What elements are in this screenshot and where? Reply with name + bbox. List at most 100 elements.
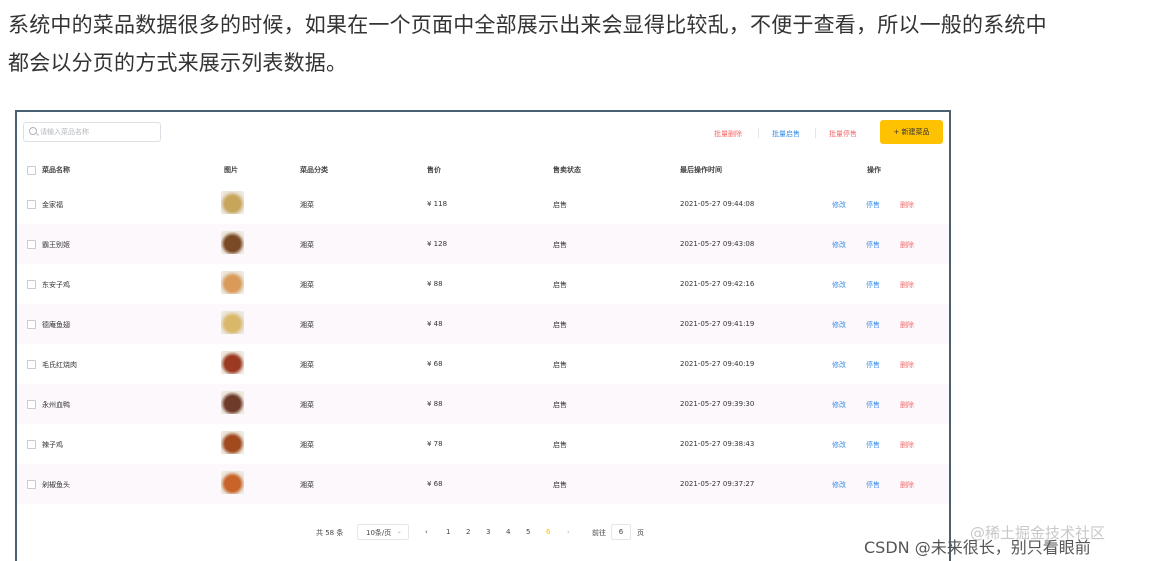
disable-button[interactable]: 停售 xyxy=(866,400,880,410)
disable-button[interactable]: 停售 xyxy=(866,200,880,210)
page-6-current[interactable]: 6 xyxy=(546,528,550,536)
disable-button[interactable]: 停售 xyxy=(866,320,880,330)
page-1[interactable]: 1 xyxy=(446,528,450,536)
edit-button[interactable]: 修改 xyxy=(832,440,846,450)
select-all-checkbox[interactable] xyxy=(27,166,36,175)
dish-name: 东安子鸡 xyxy=(42,281,70,289)
edit-button[interactable]: 修改 xyxy=(832,360,846,370)
page-suffix: 页 xyxy=(637,529,644,537)
intro-line-1: 系统中的菜品数据很多的时候，如果在一个页面中全部展示出来会显得比较乱，不便于查看… xyxy=(8,13,1047,37)
dish-category: 湘菜 xyxy=(300,401,314,409)
dish-category: 湘菜 xyxy=(300,321,314,329)
dish-category: 湘菜 xyxy=(300,481,314,489)
dish-image xyxy=(221,471,244,494)
dish-category: 湘菜 xyxy=(300,361,314,369)
delete-button[interactable]: 删除 xyxy=(900,400,914,410)
edit-button[interactable]: 修改 xyxy=(832,280,846,290)
edit-button[interactable]: 修改 xyxy=(832,320,846,330)
delete-button[interactable]: 删除 xyxy=(900,280,914,290)
dish-price: ¥ 68 xyxy=(427,360,443,368)
delete-button[interactable]: 删除 xyxy=(900,480,914,490)
delete-button[interactable]: 删除 xyxy=(900,320,914,330)
dish-updated-time: 2021-05-27 09:44:08 xyxy=(680,200,755,208)
header-category: 菜品分类 xyxy=(300,166,328,174)
batch-disable-button[interactable]: 批量停售 xyxy=(829,129,857,139)
intro-line-2: 都会以分页的方式来展示列表数据。 xyxy=(8,51,348,75)
dish-category: 湘菜 xyxy=(300,241,314,249)
delete-button[interactable]: 删除 xyxy=(900,440,914,450)
row-checkbox[interactable] xyxy=(27,440,36,449)
dish-updated-time: 2021-05-27 09:39:30 xyxy=(680,400,755,408)
dish-name: 剁椒鱼头 xyxy=(42,481,70,489)
disable-button[interactable]: 停售 xyxy=(866,280,880,290)
toolbar-divider xyxy=(758,128,759,138)
page-4[interactable]: 4 xyxy=(506,528,510,536)
table-row: 东安子鸡 湘菜 ¥ 88 启售 2021-05-27 09:42:16 修改 停售 删除 xyxy=(17,264,949,304)
dish-updated-time: 2021-05-27 09:40:19 xyxy=(680,360,755,368)
row-checkbox[interactable] xyxy=(27,200,36,209)
row-checkbox[interactable] xyxy=(27,360,36,369)
row-checkbox[interactable] xyxy=(27,320,36,329)
header-actions: 操作 xyxy=(867,166,881,174)
table-row: 毛氏红烧肉 湘菜 ¥ 68 启售 2021-05-27 09:40:19 修改 停售 删除 xyxy=(17,344,949,384)
dish-updated-time: 2021-05-27 09:41:19 xyxy=(680,320,755,328)
page-2[interactable]: 2 xyxy=(466,528,470,536)
edit-button[interactable]: 修改 xyxy=(832,480,846,490)
new-dish-button[interactable]: + 新建菜品 xyxy=(880,120,943,144)
dish-updated-time: 2021-05-27 09:38:43 xyxy=(680,440,755,448)
header-price: 售价 xyxy=(427,166,441,174)
dish-status: 启售 xyxy=(553,321,567,329)
dish-price: ¥ 118 xyxy=(427,200,448,208)
goto-label: 前往 xyxy=(592,529,606,537)
disable-button[interactable]: 停售 xyxy=(866,360,880,370)
header-image: 图片 xyxy=(224,166,238,174)
dish-status: 启售 xyxy=(553,361,567,369)
search-box[interactable] xyxy=(23,122,161,142)
table-row: 辣子鸡 湘菜 ¥ 78 启售 2021-05-27 09:38:43 修改 停售 删除 xyxy=(17,424,949,464)
dish-status: 启售 xyxy=(553,241,567,249)
dish-price: ¥ 78 xyxy=(427,440,443,448)
edit-button[interactable]: 修改 xyxy=(832,240,846,250)
disable-button[interactable]: 停售 xyxy=(866,440,880,450)
disable-button[interactable]: 停售 xyxy=(866,480,880,490)
dish-status: 启售 xyxy=(553,481,567,489)
dish-status: 启售 xyxy=(553,441,567,449)
table-body: 金家福 湘菜 ¥ 118 启售 2021-05-27 09:44:08 修改 停售 删除 霸王别… xyxy=(17,184,949,504)
pagination: 共 58 条 10条/页 ⌄ ‹ 1 2 3 4 5 6 › 前往 6 页 xyxy=(17,524,949,542)
row-checkbox[interactable] xyxy=(27,400,36,409)
dish-image xyxy=(221,191,244,214)
table-header: 菜品名称 图片 菜品分类 售价 售卖状态 最后操作时间 操作 xyxy=(17,156,949,182)
dish-status: 启售 xyxy=(553,281,567,289)
dish-image xyxy=(221,351,244,374)
dish-name: 辣子鸡 xyxy=(42,441,63,449)
search-input[interactable] xyxy=(40,125,154,139)
page-3[interactable]: 3 xyxy=(486,528,490,536)
dish-image xyxy=(221,271,244,294)
dish-updated-time: 2021-05-27 09:37:27 xyxy=(680,480,755,488)
delete-button[interactable]: 删除 xyxy=(900,360,914,370)
row-checkbox[interactable] xyxy=(27,280,36,289)
toolbar-divider xyxy=(815,128,816,138)
delete-button[interactable]: 删除 xyxy=(900,240,914,250)
dish-image xyxy=(221,391,244,414)
page-size-select[interactable]: 10条/页 ⌄ xyxy=(357,524,409,540)
table-row: 剁椒鱼头 湘菜 ¥ 68 启售 2021-05-27 09:37:27 修改 停售 删除 xyxy=(17,464,949,504)
row-checkbox[interactable] xyxy=(27,480,36,489)
goto-page-input[interactable]: 6 xyxy=(611,524,631,540)
prev-page-button[interactable]: ‹ xyxy=(425,528,428,536)
dish-updated-time: 2021-05-27 09:42:16 xyxy=(680,280,755,288)
table-row: 霸王别姬 湘菜 ¥ 128 启售 2021-05-27 09:43:08 修改 停售 删除 xyxy=(17,224,949,264)
delete-button[interactable]: 删除 xyxy=(900,200,914,210)
row-checkbox[interactable] xyxy=(27,240,36,249)
next-page-button[interactable]: › xyxy=(567,528,570,536)
batch-enable-button[interactable]: 批量启售 xyxy=(772,129,800,139)
edit-button[interactable]: 修改 xyxy=(832,200,846,210)
page-5[interactable]: 5 xyxy=(526,528,530,536)
dish-image xyxy=(221,231,244,254)
disable-button[interactable]: 停售 xyxy=(866,240,880,250)
dish-category: 湘菜 xyxy=(300,281,314,289)
edit-button[interactable]: 修改 xyxy=(832,400,846,410)
table-row: 德庵鱼翅 湘菜 ¥ 48 启售 2021-05-27 09:41:19 修改 停售 删除 xyxy=(17,304,949,344)
dish-status: 启售 xyxy=(553,201,567,209)
batch-delete-button[interactable]: 批量删除 xyxy=(714,129,742,139)
